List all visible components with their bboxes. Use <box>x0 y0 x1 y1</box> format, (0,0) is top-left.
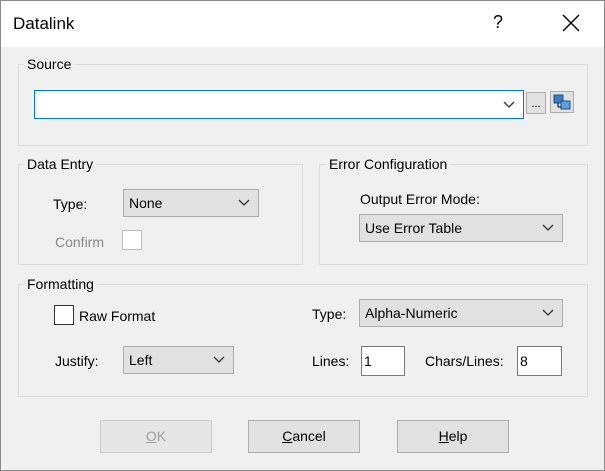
format-type-select[interactable]: Alpha-Numeric <box>359 299 563 327</box>
datalink-dialog: Datalink ? Source ... Data Entry Type: N… <box>0 0 605 471</box>
output-error-mode-select[interactable]: Use Error Table <box>359 214 563 242</box>
cancel-label-rest: ancel <box>292 428 326 444</box>
raw-format-label[interactable]: Raw Format <box>79 308 155 324</box>
help-icon[interactable]: ? <box>493 12 503 33</box>
chars-per-line-label: Chars/Lines: <box>425 353 504 369</box>
ok-mnemonic: O <box>145 428 157 444</box>
formatting-legend: Formatting <box>24 276 97 292</box>
chars-per-line-input[interactable] <box>518 347 561 375</box>
help-mnemonic: H <box>438 428 449 444</box>
error-config-legend: Error Configuration <box>326 156 451 172</box>
chevron-down-icon <box>213 356 225 363</box>
source-combo[interactable] <box>34 90 524 119</box>
confirm-checkbox[interactable] <box>122 230 142 250</box>
datalink-icon[interactable] <box>550 91 574 113</box>
chevron-down-icon[interactable] <box>503 101 515 109</box>
chevron-down-icon <box>542 309 554 316</box>
data-entry-legend: Data Entry <box>24 156 97 172</box>
output-error-mode-label: Output Error Mode: <box>360 191 480 207</box>
lines-input[interactable] <box>362 347 404 375</box>
data-entry-type-select[interactable]: None <box>123 189 259 217</box>
output-error-mode-value: Use Error Table <box>365 220 463 236</box>
justify-select[interactable]: Left <box>123 346 234 374</box>
justify-value: Left <box>129 352 153 368</box>
raw-format-checkbox[interactable] <box>54 305 74 325</box>
justify-label: Justify: <box>55 353 99 369</box>
lines-label: Lines: <box>312 353 350 369</box>
format-type-value: Alpha-Numeric <box>365 305 458 321</box>
ok-label-rest: K <box>156 428 167 444</box>
confirm-label: Confirm <box>55 234 105 250</box>
data-entry-type-label: Type: <box>53 196 88 212</box>
browse-label: ... <box>531 98 541 110</box>
lines-field[interactable] <box>361 346 405 376</box>
chevron-down-icon <box>238 199 250 206</box>
chevron-down-icon <box>542 224 554 231</box>
source-input[interactable] <box>35 91 523 118</box>
help-label-rest: elp <box>448 428 468 444</box>
chars-per-line-field[interactable] <box>517 346 562 376</box>
cancel-button[interactable]: Cancel <box>248 420 360 453</box>
data-entry-type-value: None <box>129 195 163 211</box>
source-legend: Source <box>24 56 75 72</box>
cancel-mnemonic: C <box>282 428 293 444</box>
format-type-label: Type: <box>312 306 347 322</box>
help-button[interactable]: Help <box>397 420 509 453</box>
ok-button[interactable]: OK <box>100 420 212 453</box>
title-bar: Datalink ? <box>1 1 604 47</box>
close-icon[interactable] <box>557 9 585 37</box>
browse-button[interactable]: ... <box>526 92 546 114</box>
dialog-title: Datalink <box>13 14 75 33</box>
